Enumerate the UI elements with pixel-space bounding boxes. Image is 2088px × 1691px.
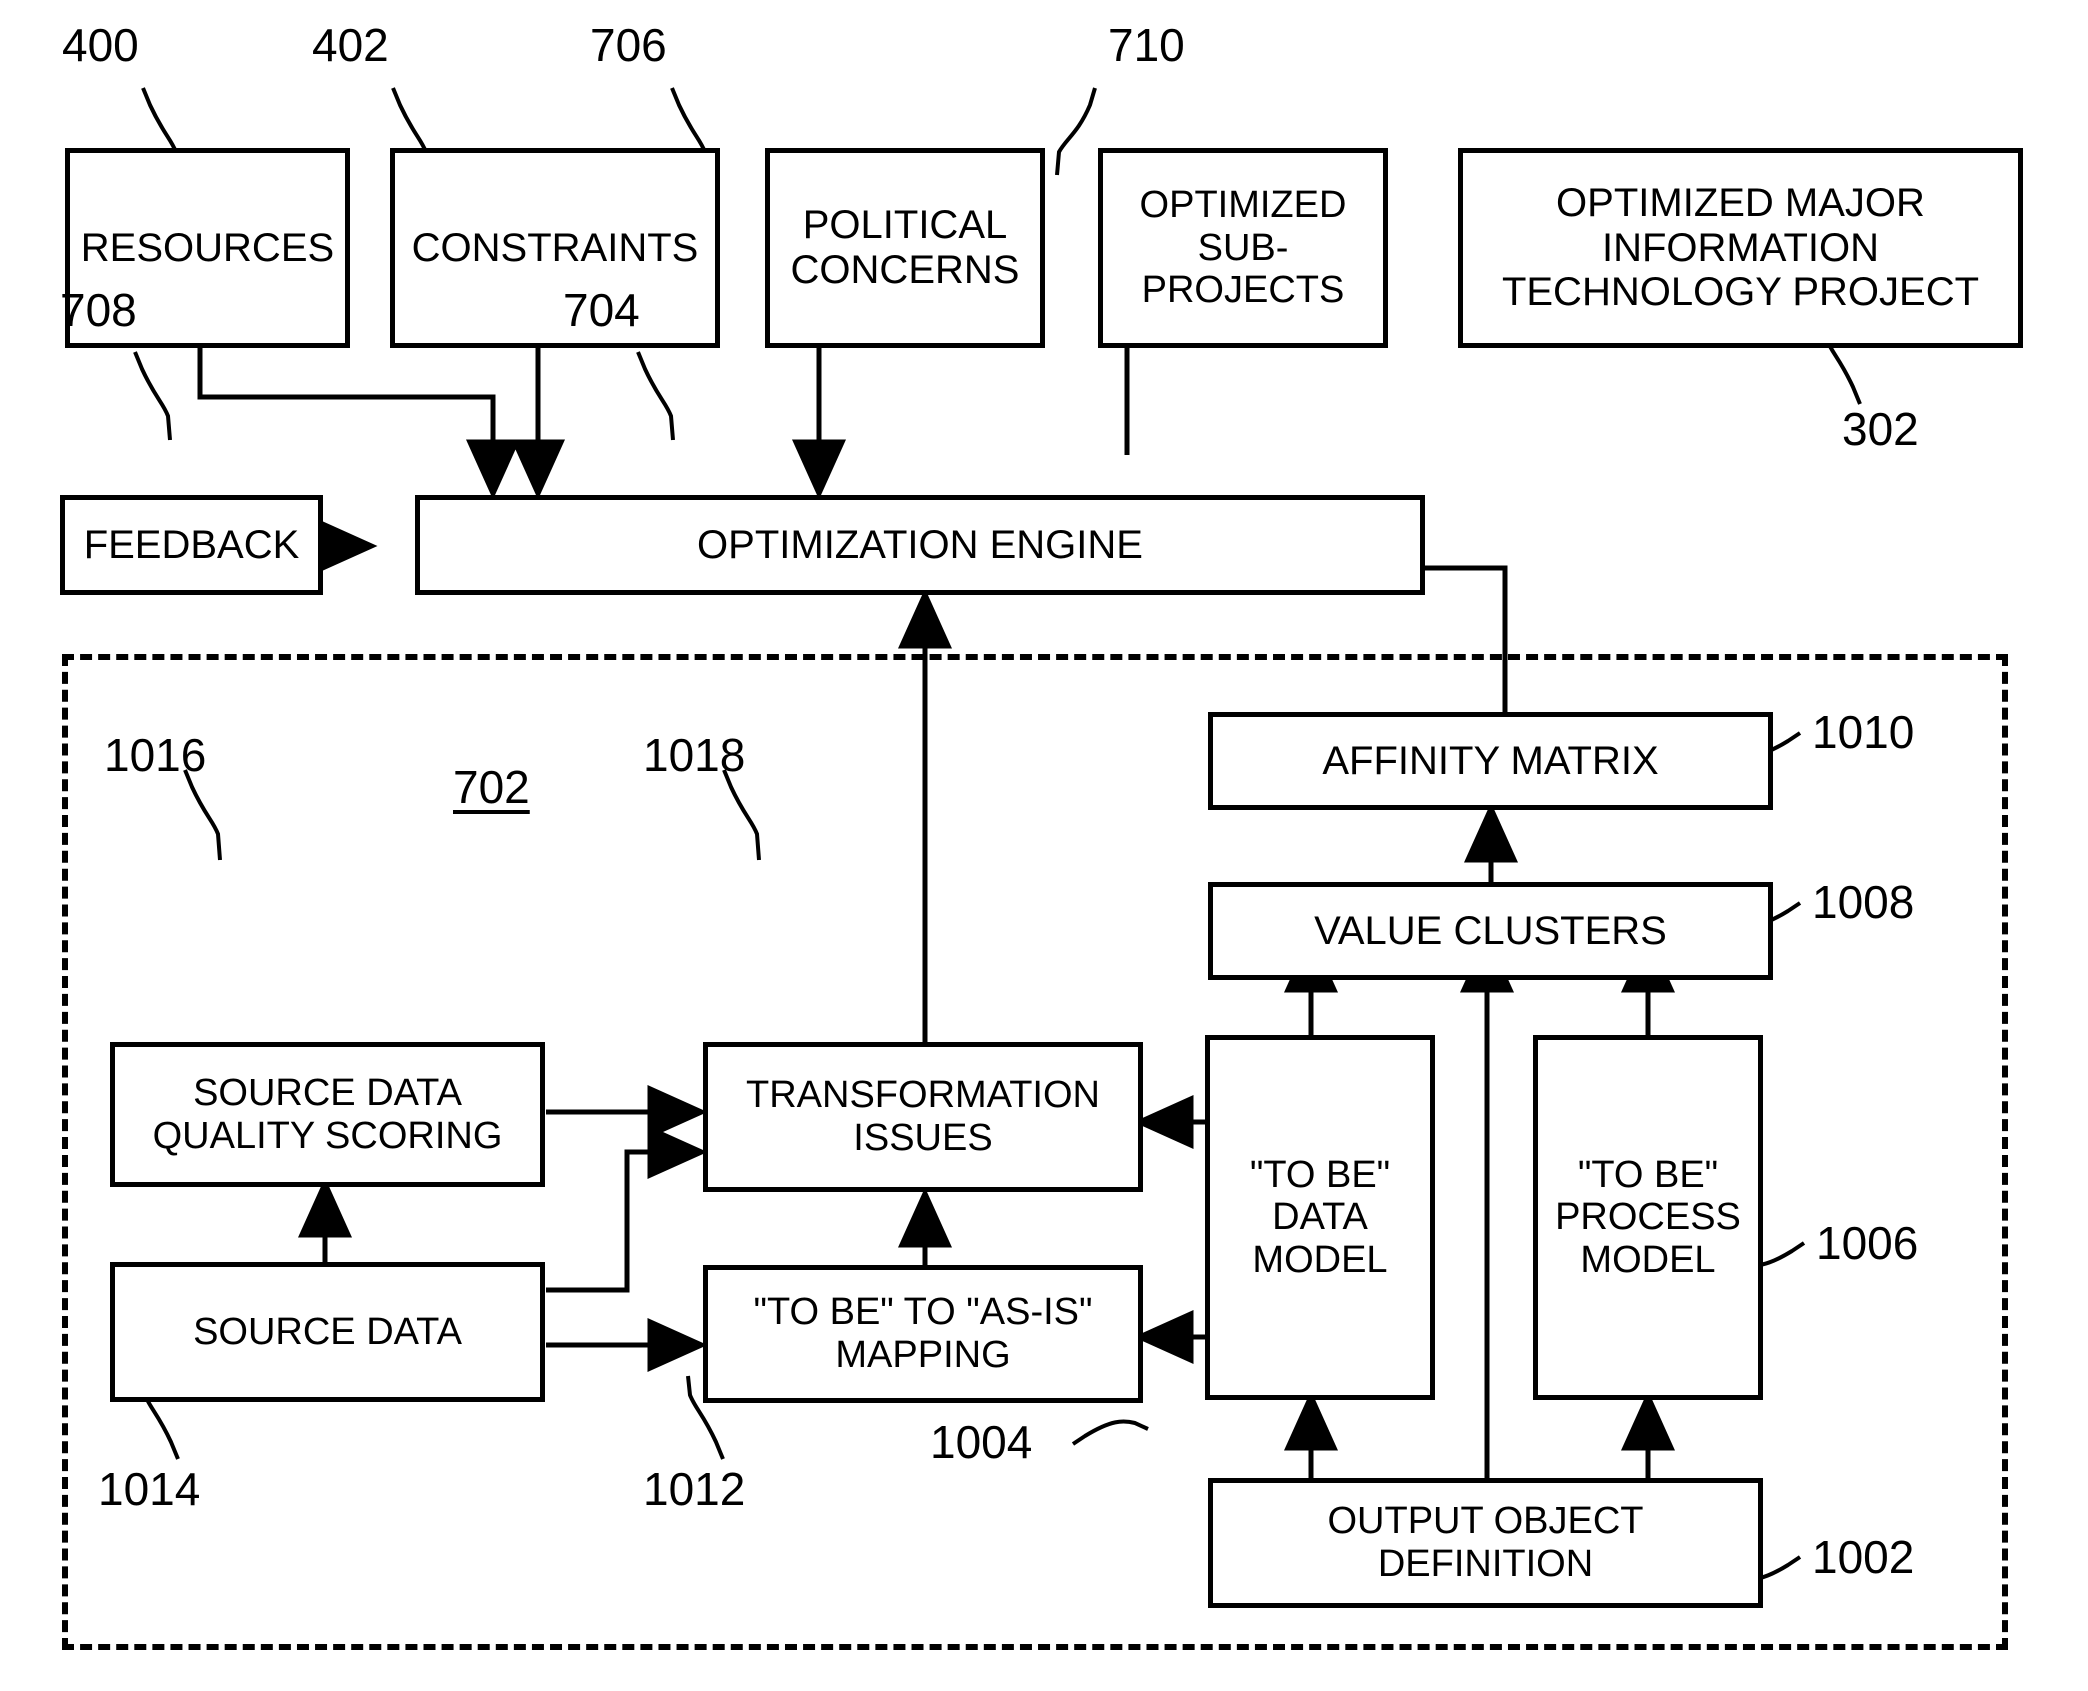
box-political-concerns-line2: CONCERNS: [790, 248, 1020, 292]
box-feedback[interactable]: FEEDBACK: [60, 495, 323, 595]
box-optimized-subprojects-line1: OPTIMIZED: [1139, 184, 1347, 227]
box-source-data-quality-scoring[interactable]: SOURCE DATA QUALITY SCORING: [110, 1042, 545, 1187]
box-optimization-engine[interactable]: OPTIMIZATION ENGINE: [415, 495, 1425, 595]
box-tobe-data-model-line1: "TO BE": [1249, 1153, 1391, 1196]
box-optimized-subprojects[interactable]: OPTIMIZED SUB- PROJECTS: [1098, 148, 1388, 348]
box-output-object-definition[interactable]: OUTPUT OBJECT DEFINITION: [1208, 1478, 1763, 1608]
refnum-1006: 1006: [1816, 1217, 1919, 1269]
refnum-1002: 1002: [1812, 1531, 1915, 1583]
refnum-708: 708: [60, 284, 137, 336]
box-source-data-quality-line2: QUALITY SCORING: [152, 1114, 503, 1157]
box-optimized-major-it-project[interactable]: OPTIMIZED MAJOR INFORMATION TECHNOLOGY P…: [1458, 148, 2023, 348]
box-tobe-process-model-line1: "TO BE": [1577, 1153, 1719, 1196]
refnum-1012: 1012: [643, 1463, 746, 1515]
box-optimization-engine-label: OPTIMIZATION ENGINE: [697, 522, 1143, 567]
box-value-clusters-label: VALUE CLUSTERS: [1314, 908, 1667, 953]
box-optimized-major-line1: OPTIMIZED MAJOR: [1556, 180, 1925, 225]
figure-canvas: RESOURCES CONSTRAINTS POLITICAL CONCERNS…: [0, 0, 2088, 1691]
box-output-object-definition-line2: DEFINITION: [1377, 1543, 1594, 1585]
refnum-710: 710: [1108, 19, 1185, 71]
box-optimized-subprojects-line3: PROJECTS: [1141, 269, 1345, 312]
refnum-1010: 1010: [1812, 706, 1915, 758]
box-optimized-subprojects-line2: SUB-: [1197, 226, 1289, 269]
box-political-concerns[interactable]: POLITICAL CONCERNS: [765, 148, 1045, 348]
box-tobe-process-model-line3: MODEL: [1580, 1238, 1716, 1281]
box-transformation-issues[interactable]: TRANSFORMATION ISSUES: [703, 1042, 1143, 1192]
refnum-1014: 1014: [98, 1463, 201, 1515]
box-affinity-matrix-label: AFFINITY MATRIX: [1322, 738, 1659, 783]
box-tobe-to-asis-mapping-line2: MAPPING: [835, 1334, 1011, 1376]
box-transformation-issues-line1: TRANSFORMATION: [746, 1074, 1100, 1117]
box-constraints-label: CONSTRAINTS: [411, 225, 699, 270]
box-source-data-label: SOURCE DATA: [193, 1310, 462, 1353]
refnum-706: 706: [590, 19, 667, 71]
box-constraints[interactable]: CONSTRAINTS: [390, 148, 720, 348]
refnum-1008: 1008: [1812, 876, 1915, 928]
box-affinity-matrix[interactable]: AFFINITY MATRIX: [1208, 712, 1773, 810]
refnum-704: 704: [563, 284, 640, 336]
box-feedback-label: FEEDBACK: [83, 522, 300, 567]
box-value-clusters[interactable]: VALUE CLUSTERS: [1208, 882, 1773, 980]
box-optimized-major-line2: INFORMATION: [1601, 225, 1879, 270]
box-output-object-definition-line1: OUTPUT OBJECT: [1327, 1500, 1644, 1543]
box-source-data-quality-line1: SOURCE DATA: [193, 1071, 462, 1114]
refnum-1018: 1018: [643, 729, 746, 781]
box-tobe-data-model-line3: MODEL: [1252, 1238, 1388, 1281]
box-transformation-issues-line2: ISSUES: [853, 1117, 993, 1159]
refnum-702: 702: [453, 761, 530, 813]
refnum-400: 400: [62, 19, 139, 71]
box-tobe-data-model[interactable]: "TO BE" DATA MODEL: [1205, 1035, 1435, 1400]
refnum-402: 402: [312, 19, 389, 71]
box-political-concerns-line1: POLITICAL: [802, 203, 1008, 248]
refnum-302: 302: [1842, 403, 1919, 455]
refnum-1004: 1004: [930, 1416, 1033, 1468]
box-resources-label: RESOURCES: [80, 225, 335, 270]
box-tobe-to-asis-mapping[interactable]: "TO BE" TO "AS-IS" MAPPING: [703, 1265, 1143, 1403]
box-tobe-to-asis-mapping-line1: "TO BE" TO "AS-IS": [753, 1291, 1093, 1334]
box-tobe-process-model[interactable]: "TO BE" PROCESS MODEL: [1533, 1035, 1763, 1400]
box-source-data[interactable]: SOURCE DATA: [110, 1262, 545, 1402]
refnum-1016: 1016: [104, 729, 207, 781]
box-tobe-data-model-line2: DATA: [1272, 1196, 1368, 1239]
box-tobe-process-model-line2: PROCESS: [1555, 1196, 1741, 1239]
box-optimized-major-line3: TECHNOLOGY PROJECT: [1501, 270, 1980, 315]
